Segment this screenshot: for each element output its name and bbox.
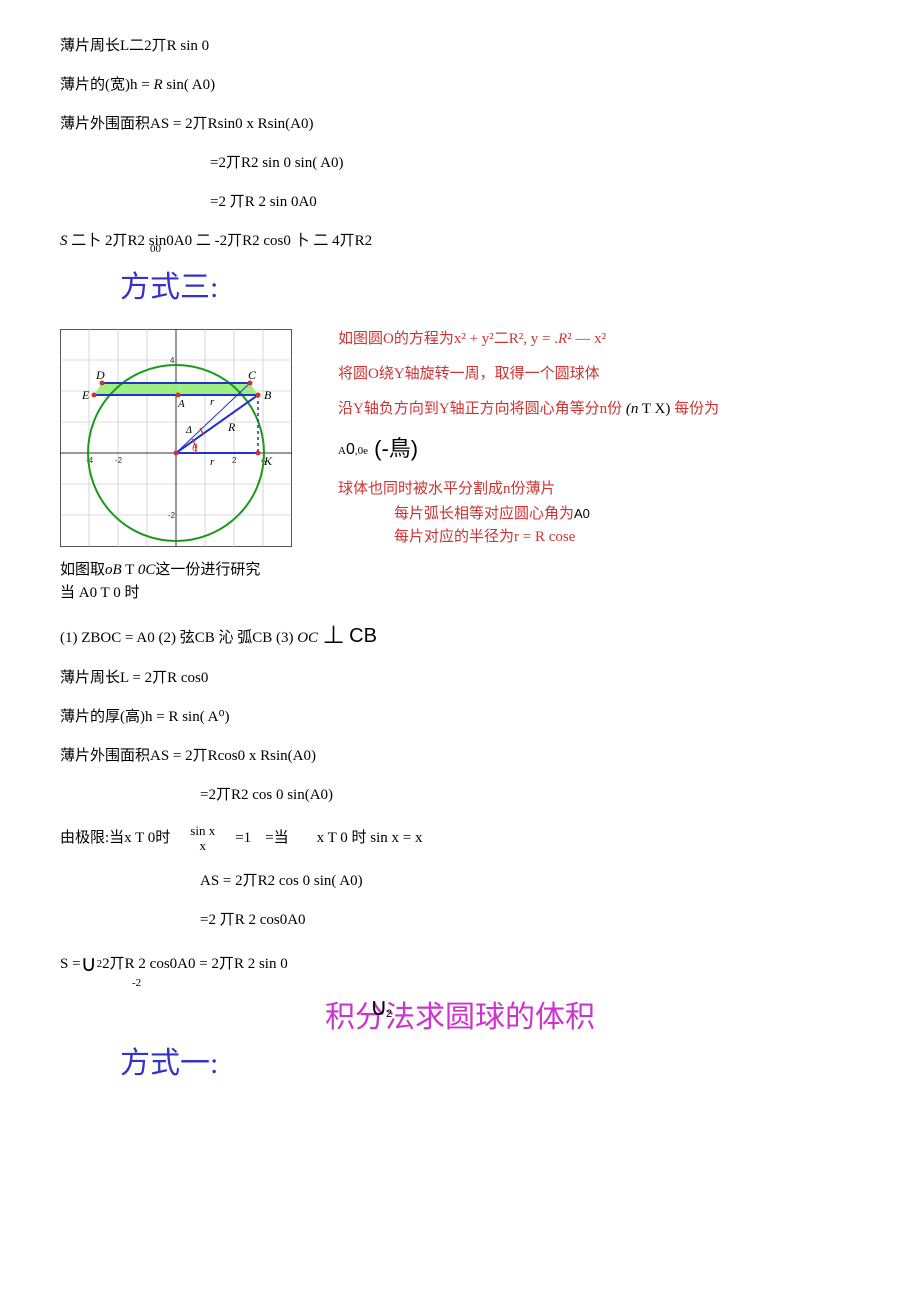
text: A <box>338 445 346 457</box>
text: 方式三: <box>120 271 218 304</box>
text: 薄片的(宽)h = <box>60 77 153 93</box>
var-S: S <box>60 233 68 249</box>
text: (n <box>626 401 639 417</box>
text: 薄片周长L二2丌R sin 0 <box>60 38 209 54</box>
text: 球体也同时被水平分割成n份薄片 <box>338 481 556 497</box>
text: 薄片周长L = 2丌R cos0 <box>60 670 208 686</box>
svg-text:2: 2 <box>232 456 237 465</box>
eq-area-step3: =2 丌R 2 sin 0A0 <box>60 192 860 213</box>
svg-text:-2: -2 <box>168 511 176 520</box>
svg-text:E: E <box>81 388 90 402</box>
heading-method-1: 方式一: <box>120 1043 860 1085</box>
text: 这一份进行研究 <box>155 562 260 578</box>
text: 沿Y轴负方向到Y轴正方向将圆心角等分n份 <box>338 401 626 417</box>
text: 如图取 <box>60 562 105 578</box>
para-when-dtheta: 当 A0 T 0 时 <box>60 583 860 604</box>
text: T X) <box>638 401 674 417</box>
eq-L-cos: 薄片周长L = 2丌R cos0 <box>60 668 860 689</box>
var-R: R <box>153 77 162 93</box>
text: 每片弧长相等对应圆心角为 <box>394 506 574 522</box>
text: 积分法求圆球的体积 <box>325 1001 595 1034</box>
text: 如图圆O的方程为x² + y²二R², y = . <box>338 331 558 347</box>
fraction: sin x x <box>190 824 215 853</box>
text: oB <box>105 562 122 578</box>
svg-text:Δ: Δ <box>185 425 192 436</box>
svg-text:D: D <box>95 368 105 382</box>
svg-text:r: r <box>210 456 215 468</box>
eq-limit: 由极限:当x T 0时 sin x x =1 =当 x T 0 时 sin x … <box>60 824 860 853</box>
text: AS = 2丌R2 cos 0 sin( A0) <box>200 873 363 889</box>
text: 0C <box>138 562 156 578</box>
eq-AS-result2: =2 丌R 2 cos0A0 <box>60 910 860 931</box>
text: 每份为 <box>674 401 719 417</box>
text: 2丌R 2 cos0A0 = 2丌R 2 sin 0 <box>102 954 288 975</box>
eq-width: 薄片的(宽)h = R sin( A0) <box>60 75 860 96</box>
svg-text:4: 4 <box>170 356 175 365</box>
text: (1) ZBOC = A0 (2) 弦CB 沁 弧CB (3) <box>60 630 297 646</box>
text: =2 丌R 2 sin 0A0 <box>210 194 317 210</box>
svg-text:θ: θ <box>192 442 198 454</box>
eq-area-step2: =2丌R2 sin 0 sin( A0) <box>60 153 860 174</box>
union-icon: ∪ <box>370 991 388 1025</box>
eq-AS-cos: 薄片外围面积AS = 2丌Rcos0 x Rsin(A0) <box>60 746 860 767</box>
svg-text:-2: -2 <box>115 456 123 465</box>
svg-text:A: A <box>177 398 185 410</box>
text: =2丌R2 sin 0 sin( A0) <box>210 155 343 171</box>
figure-block: -4-2 24 -224 <box>60 329 860 554</box>
eq-h-sin: 薄片的厚(高)h = R sin( A⁰) <box>60 707 860 728</box>
union-icon: ∪ <box>81 949 97 980</box>
svg-text:C: C <box>248 368 257 382</box>
text: 薄片外围面积AS = 2丌Rsin0 x Rsin(A0) <box>60 116 313 132</box>
eq-three-parts: (1) ZBOC = A0 (2) 弦CB 沁 弧CB (3) OC 丄 CB <box>60 622 860 650</box>
text: 二卜 2丌R2 sin0A0 二 -2丌R2 cos0 卜 二 4丌R2 <box>68 233 373 249</box>
text: ,0e <box>355 445 368 457</box>
eq-AS-result1: AS = 2丌R2 cos 0 sin( A0) <box>60 871 860 892</box>
var-R: R <box>558 331 567 347</box>
text: (-鳥) <box>368 436 418 461</box>
text: ² — x² <box>567 331 606 347</box>
side-radius: 每片对应的半径为r = R cose <box>338 527 860 548</box>
text: 将圆O绕Y轴旋转一周，取得一个圆球体 <box>338 366 600 382</box>
text: sin( A0) <box>163 77 216 93</box>
sub: 2 <box>386 1007 392 1022</box>
side-rotate: 将圆O绕Y轴旋转一周，取得一个圆球体 <box>338 364 860 385</box>
heading-volume-title: ∪ 2 积分法求圆球的体积 <box>60 997 860 1039</box>
text: 方式一: <box>120 1047 218 1080</box>
eq-area-outer: 薄片外围面积AS = 2丌Rsin0 x Rsin(A0) <box>60 114 860 135</box>
text: 0 <box>346 441 355 458</box>
text: =2 丌R 2 cos0A0 <box>200 912 306 928</box>
figure-side-text: 如图圆O的方程为x² + y²二R², y = .R² — x² 将圆O绕Y轴旋… <box>338 329 860 550</box>
text: 薄片外围面积AS = 2丌Rcos0 x Rsin(A0) <box>60 748 316 764</box>
text: =当 <box>265 828 288 849</box>
svg-text:B: B <box>264 388 272 402</box>
text: S = <box>60 954 81 975</box>
side-delta-theta: A0,0e (-鳥) <box>338 434 860 465</box>
circle-diagram: -4-2 24 -224 <box>60 329 292 554</box>
eq-circumference: 薄片周长L二2丌R sin 0 <box>60 36 860 57</box>
perp-icon: 丄 CB <box>318 625 377 647</box>
text: =1 <box>235 828 251 849</box>
side-slices: 球体也同时被水平分割成n份薄片 <box>338 479 860 500</box>
text: T <box>122 562 138 578</box>
text: x T 0 时 sin x = x <box>317 828 423 849</box>
svg-text:r: r <box>210 396 215 408</box>
text: 薄片的厚(高)h = R sin( A⁰) <box>60 709 229 725</box>
text: 由极限:当x T 0时 <box>60 828 170 849</box>
side-arc: 每片弧长相等对应圆心角为A0 <box>338 504 860 525</box>
side-eq-circle: 如图圆O的方程为x² + y²二R², y = .R² — x² <box>338 329 860 350</box>
svg-text:K: K <box>263 454 273 468</box>
heading-method-3: 方式三: <box>120 267 860 309</box>
text: OC <box>297 630 318 646</box>
eq-AS-step2: =2丌R2 cos 0 sin(A0) <box>60 785 860 806</box>
num: sin x <box>190 824 215 838</box>
text: A0 <box>574 506 590 521</box>
text: =2丌R2 cos 0 sin(A0) <box>200 787 333 803</box>
svg-text:R: R <box>227 420 236 434</box>
side-divide: 沿Y轴负方向到Y轴正方向将圆心角等分n份 (n T X) 每份为 <box>338 399 860 420</box>
sub-neg2: -2 <box>60 976 860 991</box>
para-take-ob: 如图取oB T 0C这一份进行研究 <box>60 560 860 581</box>
text: 每片对应的半径为r = R cose <box>394 529 575 545</box>
den: x <box>200 839 207 853</box>
text: 当 A0 T 0 时 <box>60 585 139 601</box>
